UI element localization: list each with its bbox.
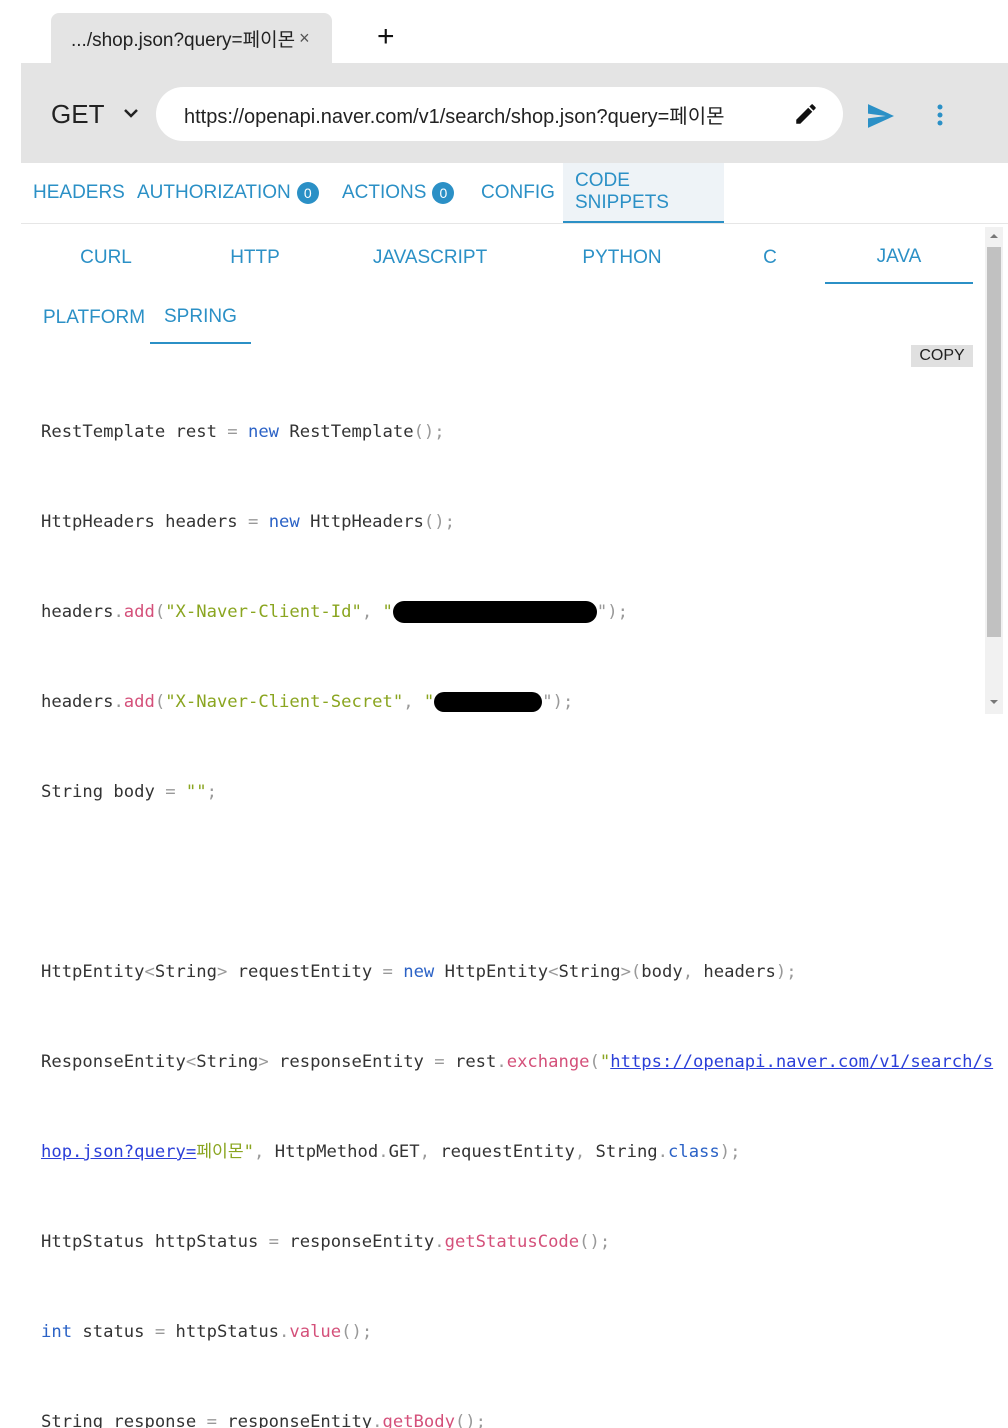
code-url-link-cont[interactable]: hop.json?query=	[41, 1142, 196, 1162]
tab-headers[interactable]: HEADERS	[21, 163, 137, 223]
tab-code-snippets[interactable]: CODE SNIPPETS	[563, 163, 724, 223]
tab-config-label: CONFIG	[481, 182, 555, 203]
code-line: String body = "";	[41, 782, 217, 802]
authorization-count-badge: 0	[296, 182, 319, 204]
code-line: hop.json?query=페이몬", HttpMethod.GET, req…	[41, 1142, 741, 1162]
more-vert-icon[interactable]	[935, 103, 945, 127]
scrollbar-thumb[interactable]	[987, 247, 1001, 637]
subtab-platform[interactable]: PLATFORM	[43, 292, 145, 344]
request-bar: GET https://openapi.naver.com/v1/search/…	[21, 63, 1008, 163]
tab-config[interactable]: CONFIG	[469, 163, 567, 223]
code-line: HttpHeaders headers = new HttpHeaders();	[41, 512, 455, 532]
new-tab-button[interactable]: +	[377, 20, 395, 54]
request-tab[interactable]: .../shop.json?query=페이몬 ×	[51, 13, 332, 63]
send-icon[interactable]	[866, 103, 896, 129]
url-text: https://openapi.naver.com/v1/search/shop…	[184, 105, 725, 128]
method-select[interactable]: GET	[51, 99, 104, 130]
code-line: int status = httpStatus.value();	[41, 1322, 373, 1342]
tab-strip: .../shop.json?query=페이몬 × +	[21, 0, 1008, 63]
actions-count-badge: 0	[432, 182, 455, 204]
lang-tab-curl[interactable]: CURL	[41, 232, 171, 284]
subtab-spring[interactable]: SPRING	[150, 292, 251, 344]
code-line: HttpEntity<String> requestEntity = new H…	[41, 962, 797, 982]
code-line: headers.add("X-Naver-Client-Id", " ");	[41, 601, 628, 623]
code-line: RestTemplate rest = new RestTemplate();	[41, 422, 445, 442]
tab-authorization-label: AUTHORIZATION	[137, 182, 291, 203]
close-tab-icon[interactable]: ×	[299, 28, 310, 49]
code-url-link[interactable]: https://openapi.naver.com/v1/search/s	[610, 1052, 993, 1072]
tab-headers-label: HEADERS	[33, 182, 125, 203]
tab-code-snippets-label: CODE SNIPPETS	[575, 170, 669, 213]
request-options-tabs: HEADERS AUTHORIZATION 0 ACTIONS 0 CONFIG…	[21, 163, 1008, 224]
lang-tab-http[interactable]: HTTP	[190, 232, 320, 284]
lang-tab-java[interactable]: JAVA	[825, 232, 973, 284]
code-snippet: RestTemplate rest = new RestTemplate(); …	[41, 357, 994, 1428]
redacted-client-secret	[434, 692, 543, 712]
chevron-down-icon[interactable]	[121, 103, 141, 123]
code-line: headers.add("X-Naver-Client-Secret", " ")…	[41, 692, 574, 712]
lang-tab-python[interactable]: PYTHON	[557, 232, 687, 284]
code-line: ResponseEntity<String> responseEntity = …	[41, 1052, 994, 1072]
pencil-icon[interactable]	[793, 101, 819, 127]
tab-authorization[interactable]: AUTHORIZATION 0	[125, 163, 331, 223]
code-line: HttpStatus httpStatus = responseEntity.g…	[41, 1232, 611, 1252]
url-input[interactable]: https://openapi.naver.com/v1/search/shop…	[156, 87, 843, 141]
lang-tab-c[interactable]: C	[705, 232, 835, 284]
tab-actions-label: ACTIONS	[342, 182, 427, 203]
scroll-down-arrow-icon[interactable]	[989, 697, 999, 707]
scroll-up-arrow-icon[interactable]	[989, 231, 999, 241]
lang-tab-javascript[interactable]: JAVASCRIPT	[360, 232, 500, 284]
request-tab-title: .../shop.json?query=페이몬	[71, 29, 296, 51]
tab-actions[interactable]: ACTIONS 0	[330, 163, 466, 223]
code-line: String response = responseEntity.getBody…	[41, 1412, 486, 1428]
redacted-client-id	[392, 601, 597, 623]
